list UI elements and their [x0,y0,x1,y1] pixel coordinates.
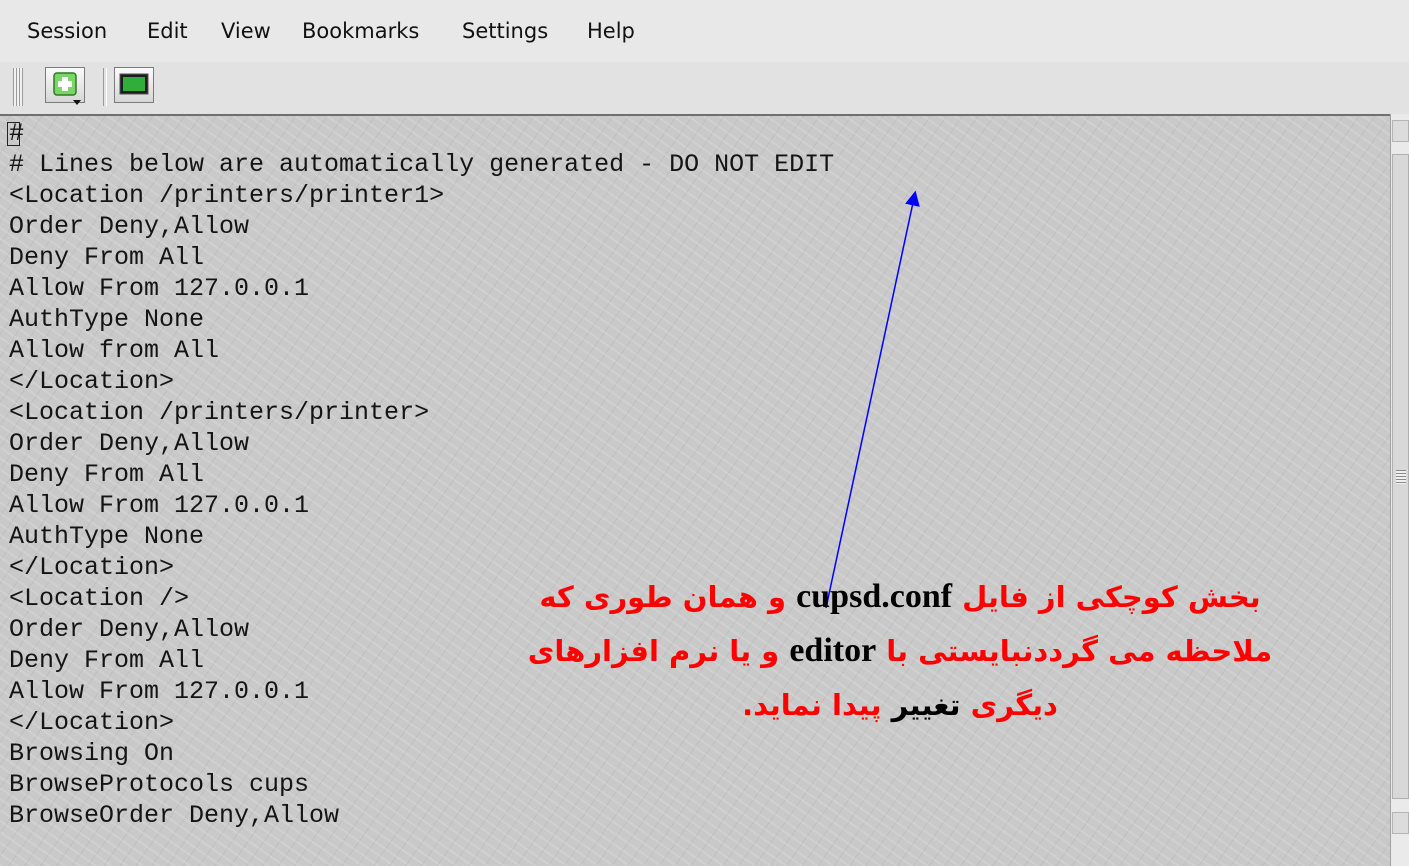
annotation-arrow [825,190,920,609]
annotation-line-3: دیگری تغییر پیدا نماید. [440,678,1360,732]
annotation-text: و یا نرم افزارهای [527,634,780,668]
annotation-text: پیدا نماید. [742,688,882,722]
annotation-text: و همان طوری که [539,580,787,614]
annotation-line-2: ملاحظه می گرددنبایستی با editor و یا نرم… [440,624,1360,678]
annotation-line-1: بخش کوچکی از فایل cupsd.conf و همان طوری… [440,570,1360,624]
annotation-callout: بخش کوچکی از فایل cupsd.conf و همان طوری… [440,570,1360,732]
annotation-text: ملاحظه می گرددنبایستی با [886,634,1273,668]
annotation-text: بخش کوچکی از فایل [962,580,1261,614]
annotation-editor: editor [789,632,877,669]
annotation-text: دیگری [970,688,1058,722]
annotation-filename: cupsd.conf [796,578,953,615]
annotation-emphasis: تغییر [891,688,961,722]
